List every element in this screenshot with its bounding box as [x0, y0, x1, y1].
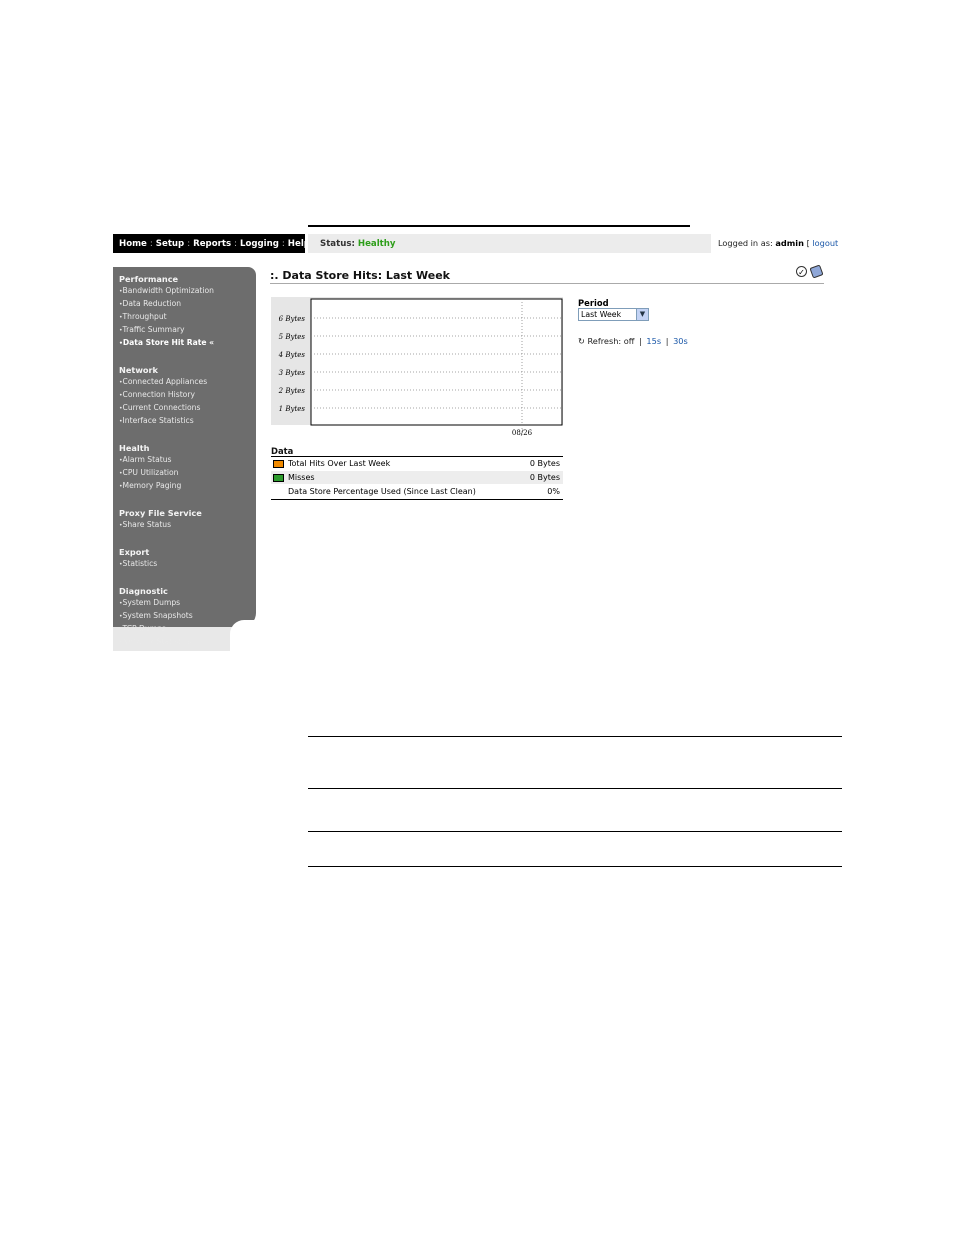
status-value: Healthy: [357, 238, 396, 249]
y-tick-label: 5 Bytes: [279, 333, 306, 341]
sidebar-section: Proxy File ServiceShare Status: [119, 507, 256, 532]
doc-rule-2: [308, 788, 842, 789]
title-rule: [270, 283, 824, 284]
row-value: 0 Bytes: [529, 459, 560, 468]
login-prefix: Logged in as:: [718, 238, 773, 248]
refresh-label: Refresh: off: [587, 336, 635, 346]
doc-rule-3: [308, 831, 842, 832]
data-bottom-rule: [271, 499, 563, 500]
refresh-controls: ↻ Refresh: off | 15s | 30s: [578, 336, 688, 346]
doc-rule-4: [308, 866, 842, 867]
sidebar: PerformanceBandwidth OptimizationData Re…: [113, 267, 256, 646]
sidebar-item[interactable]: Interface Statistics: [119, 415, 256, 428]
nav-separator: :: [187, 238, 191, 249]
sidebar-section: PerformanceBandwidth OptimizationData Re…: [119, 273, 256, 350]
sidebar-item[interactable]: Connected Appliances: [119, 376, 256, 389]
x-tick-label: 08/26: [512, 429, 533, 437]
sidebar-item[interactable]: Data Reduction: [119, 298, 256, 311]
sidebar-section-title: Diagnostic: [119, 586, 168, 596]
sidebar-section: HealthAlarm StatusCPU UtilizationMemory …: [119, 442, 256, 493]
nav-home[interactable]: Home: [119, 239, 147, 249]
sidebar-item[interactable]: Throughput: [119, 311, 256, 324]
table-row: Misses 0 Bytes: [271, 471, 563, 484]
chevron-down-icon[interactable]: ▼: [636, 309, 648, 320]
row-label: Total Hits Over Last Week: [288, 459, 391, 468]
sidebar-section-title: Performance: [119, 274, 179, 284]
nav-reports[interactable]: Reports: [193, 239, 231, 249]
nav-separator: :: [281, 238, 285, 249]
chart: 6 Bytes 5 Bytes 4 Bytes 3 Bytes 2 Bytes 1 Byt…: [278, 298, 563, 437]
doc-rule-1: [308, 736, 842, 737]
page-title: :. Data Store Hits: Last Week: [270, 269, 450, 282]
sidebar-section-title: Health: [119, 443, 150, 453]
status-label: Status:: [320, 238, 355, 249]
y-tick-label: 3 Bytes: [279, 369, 306, 377]
table-row: Data Store Percentage Used (Since Last C…: [271, 485, 563, 498]
sidebar-item[interactable]: Traffic Summary: [119, 324, 256, 337]
row-value: 0%: [547, 487, 560, 496]
sidebar-item[interactable]: Connection History: [119, 389, 256, 402]
sidebar-section-title: Export: [119, 547, 150, 557]
sidebar-item[interactable]: System Snapshots: [119, 610, 256, 623]
nav-separator: :: [234, 238, 237, 249]
refresh-sep-2: |: [665, 336, 669, 346]
nav-help[interactable]: Help: [288, 239, 310, 249]
print-icon[interactable]: ✓: [796, 266, 807, 277]
refresh-icon[interactable]: ↻: [578, 336, 585, 346]
row-label: Data Store Percentage Used (Since Last C…: [288, 487, 476, 496]
legend-swatch: [273, 488, 284, 496]
period-selected: Last Week: [581, 310, 622, 319]
sidebar-item[interactable]: CPU Utilization: [119, 467, 256, 480]
login-user: admin: [775, 238, 804, 248]
sidebar-item[interactable]: System Dumps: [119, 597, 256, 610]
legend-swatch: [273, 473, 284, 482]
status-bar: Status: Healthy: [308, 234, 711, 253]
y-tick-label: 4 Bytes: [278, 351, 306, 359]
refresh-sep-1: |: [639, 336, 642, 346]
sidebar-section-title: Proxy File Service: [119, 508, 202, 518]
sidebar-item[interactable]: Alarm Status: [119, 454, 256, 467]
nav-setup[interactable]: Setup: [156, 239, 184, 249]
y-tick-label: 6 Bytes: [279, 315, 306, 323]
refresh-30s-link[interactable]: 30s: [673, 336, 688, 346]
login-info: Logged in as: admin [ logout: [718, 238, 838, 248]
top-nav: Home: Setup: Reports: Logging: Help: [113, 234, 310, 253]
sidebar-corner: [230, 620, 256, 651]
legend-swatch: [273, 459, 284, 468]
help-book-icon[interactable]: [809, 264, 824, 279]
row-value: 0 Bytes: [529, 473, 560, 482]
refresh-15s-link[interactable]: 15s: [646, 336, 661, 346]
period-label: Period: [578, 298, 609, 308]
y-tick-label: 2 Bytes: [278, 387, 306, 395]
page-icons: ✓: [796, 264, 824, 279]
y-tick-label: 1 Bytes: [279, 405, 306, 413]
nav-separator: :: [149, 238, 153, 249]
logout-link[interactable]: logout: [812, 238, 838, 248]
login-bracket: [: [806, 238, 810, 248]
sidebar-item[interactable]: Data Store Hit Rate «: [119, 337, 256, 350]
sidebar-section: NetworkConnected AppliancesConnection Hi…: [119, 364, 256, 428]
sidebar-item[interactable]: Statistics: [119, 558, 256, 571]
sidebar-item[interactable]: Current Connections: [119, 402, 256, 415]
row-label: Misses: [288, 473, 315, 482]
nav-logging[interactable]: Logging: [240, 239, 279, 249]
data-label: Data: [271, 446, 294, 456]
sidebar-item[interactable]: Bandwidth Optimization: [119, 285, 256, 298]
sidebar-item[interactable]: Memory Paging: [119, 480, 256, 493]
period-select[interactable]: Last Week ▼: [578, 308, 649, 321]
sidebar-section-title: Network: [119, 365, 158, 375]
sidebar-item[interactable]: Share Status: [119, 519, 256, 532]
header-rule: [308, 225, 690, 227]
sidebar-section: ExportStatistics: [119, 546, 256, 571]
table-row: Total Hits Over Last Week 0 Bytes: [271, 457, 563, 470]
